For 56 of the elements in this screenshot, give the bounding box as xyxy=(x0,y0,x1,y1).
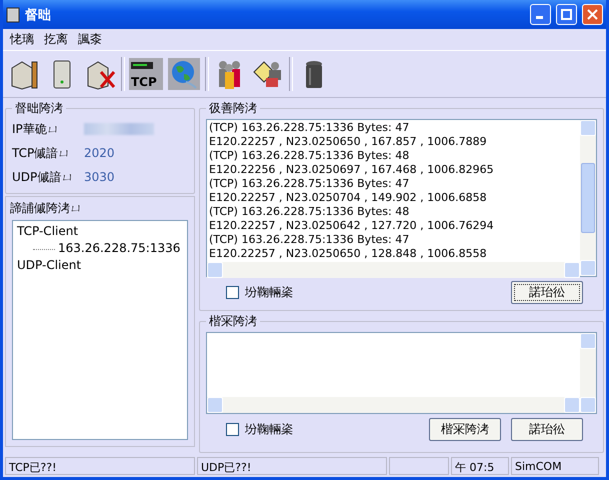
globe-icon xyxy=(168,58,200,90)
checkbox[interactable] xyxy=(226,423,239,436)
close-button[interactable] xyxy=(582,4,603,25)
tree-item[interactable]: UDP-Client xyxy=(17,257,82,274)
checkbox[interactable] xyxy=(226,286,239,299)
app-icon xyxy=(6,6,20,22)
checkbox-label: 坋鞠輛秶 xyxy=(245,421,293,438)
send-text-area[interactable] xyxy=(206,332,597,414)
field-label: IP華硊ㄩ xyxy=(12,120,60,138)
checkbox-label: 坋鞠輛秶 xyxy=(245,284,293,301)
group-title: 楷冞陓洘 xyxy=(208,313,258,330)
scroll-bar[interactable] xyxy=(580,333,596,413)
panel-title: 諦誧傶陓洘ㄩ xyxy=(9,200,83,217)
scroll-bar[interactable] xyxy=(207,262,580,278)
status-pane: 午 07:5 xyxy=(451,457,509,475)
log-line: E120.22257 , N23.0250650 , 167.857 , 1006.7889 xyxy=(209,135,488,149)
clear-button[interactable]: 諾珆彸 xyxy=(511,281,583,304)
tree-item[interactable]: TCP-Client xyxy=(17,223,78,240)
log-line: (TCP) 163.26.228.75:1336 Bytes: 48 xyxy=(209,205,410,219)
close-icon xyxy=(587,9,598,20)
log-line: E120.22257 , N23.0250642 , 127.720 , 1006.76294 xyxy=(209,219,495,233)
menu-item[interactable]: 諷桼 xyxy=(75,31,105,48)
log-line: (TCP) 163.26.228.75:1336 Bytes: 47 xyxy=(209,233,410,247)
status-pane xyxy=(389,457,449,475)
scroll-bar[interactable] xyxy=(207,397,580,413)
group-title: 督昢陓洘 xyxy=(14,100,64,117)
scroll-bar[interactable] xyxy=(580,120,596,276)
menu-item[interactable]: 扢离 xyxy=(41,31,71,48)
minimize-button[interactable] xyxy=(530,4,551,25)
maximize-button[interactable] xyxy=(556,4,577,25)
tree-item[interactable]: 163.26.228.75:1336 xyxy=(58,240,180,257)
menu-item[interactable]: 恅璃 xyxy=(7,31,37,48)
trash-icon xyxy=(303,58,325,90)
status-pane: UDP已??! xyxy=(197,457,387,475)
status-pane: SimCOM xyxy=(511,457,599,475)
clear-button[interactable]: 諾珆彸 xyxy=(511,418,583,441)
log-line: E120.22256 , N23.0250697 , 167.468 , 1006.82965 xyxy=(209,163,495,177)
log-line: (TCP) 163.26.228.75:1336 Bytes: 47 xyxy=(209,121,410,135)
window-title: 督昢 xyxy=(25,6,52,24)
log-line: E120.22257 , N23.0250650 , 128.848 , 1006.8558 xyxy=(209,247,488,261)
status-pane: TCP已??! xyxy=(5,457,195,475)
field-label: TCP傶諳ㄩ xyxy=(12,144,72,162)
field-value: 2020 xyxy=(84,146,115,160)
maximize-icon xyxy=(561,9,572,20)
log-line: (TCP) 163.26.228.75:1336 Bytes: 48 xyxy=(209,149,410,163)
log-line: E120.22257 , N23.0250704 , 149.902 , 1006.6858 xyxy=(209,191,488,205)
received-text-area[interactable] xyxy=(206,119,597,277)
blurred-value xyxy=(84,123,154,135)
group-title: 彶善陓洘 xyxy=(208,100,258,117)
client-tree[interactable]: TCP-Client 163.26.228.75:1336 UDP-Client xyxy=(12,220,188,440)
toolbar-button[interactable]: TCP xyxy=(129,57,163,91)
field-value: 3030 xyxy=(84,170,115,184)
field-label: UDP傶諳ㄩ xyxy=(12,168,74,186)
send-button[interactable]: 楷冞陓洘 xyxy=(429,418,501,441)
server-icon xyxy=(51,58,73,90)
log-line: (TCP) 163.26.228.75:1336 Bytes: 47 xyxy=(209,177,410,191)
